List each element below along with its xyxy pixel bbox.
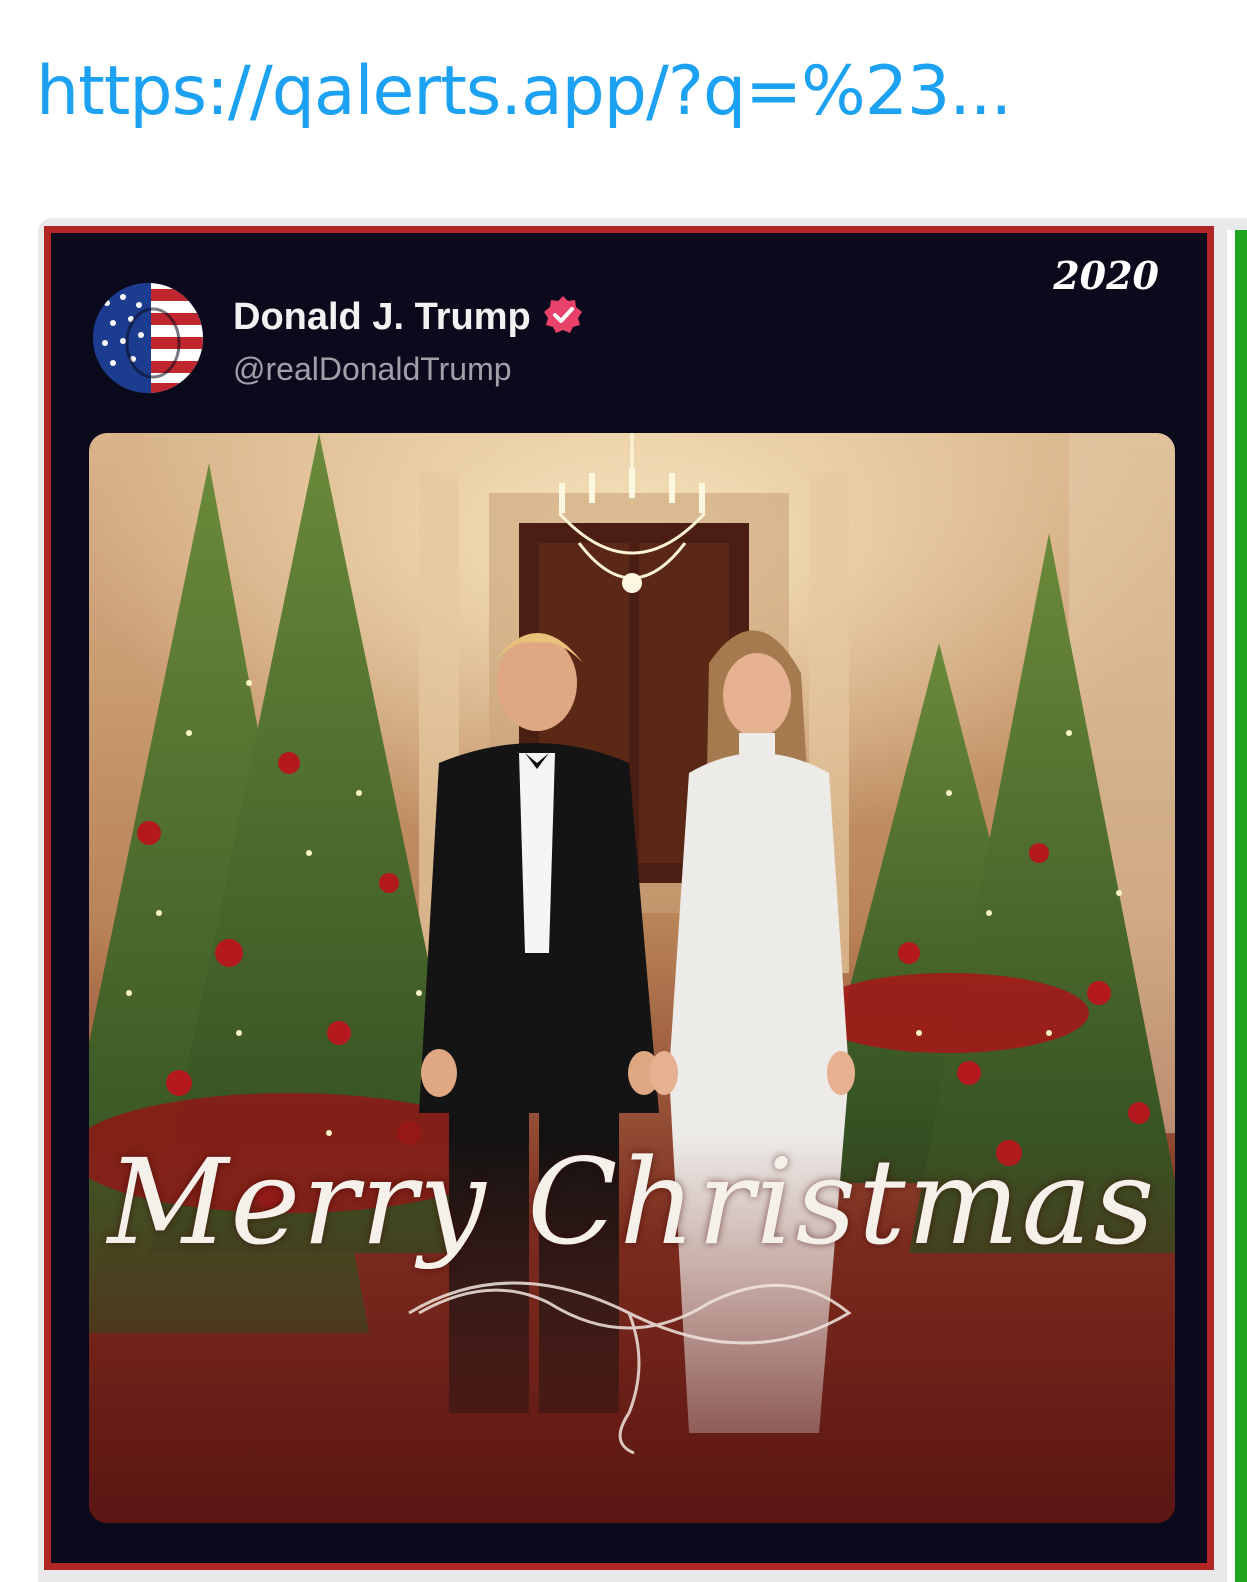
frame-right-edge <box>1227 230 1247 1582</box>
author-handle[interactable]: @realDonaldTrump <box>233 351 512 388</box>
merry-christmas-text: Merry Christmas <box>107 1133 1157 1271</box>
verified-badge-icon <box>543 295 583 340</box>
author-name-row[interactable]: Donald J. Trump <box>233 295 583 340</box>
christmas-photo[interactable]: Merry Christmas <box>89 433 1175 1523</box>
year-label: 2020 <box>1053 253 1159 298</box>
avatar[interactable] <box>93 283 203 393</box>
qalerts-link[interactable]: https://qalerts.app/?q=%23... <box>36 52 1012 131</box>
post-card[interactable]: 2020 Donald J. Trump @realDonaldTrump Me… <box>44 226 1214 1570</box>
author-name[interactable]: Donald J. Trump <box>233 296 531 339</box>
